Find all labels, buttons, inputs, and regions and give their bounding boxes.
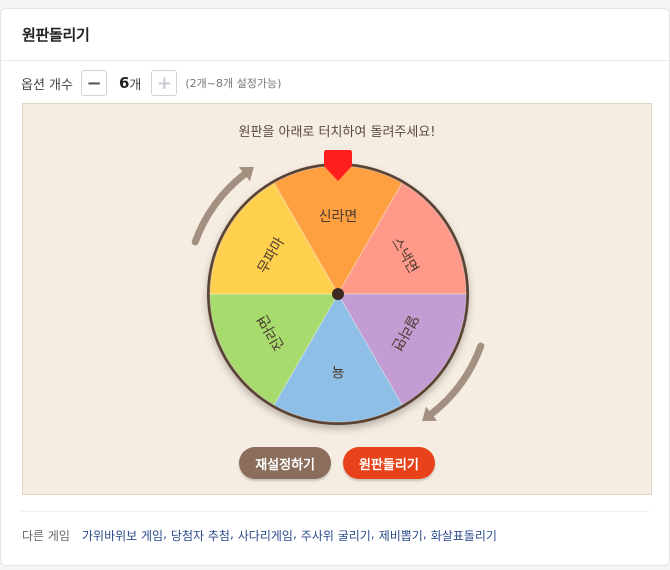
footer-divider [21,511,649,512]
card-header: 원판돌리기 [1,9,669,61]
option-count-label: 옵션 개수 [21,77,73,93]
page-title: 원판돌리기 [22,26,90,44]
roulette-wheel[interactable]: 신라면스낵면열라면육진라면무파마 [23,104,653,496]
action-buttons: 재설정하기 원판돌리기 [23,447,651,479]
option-range-note: (2개~8개 설정가능) [185,77,282,90]
option-count-row: 옵션 개수 − 6 개 + (2개~8개 설정가능) [21,70,281,96]
wheel-hub [332,288,344,300]
option-count-unit: 개 [129,77,142,93]
game-link-lots[interactable]: 제비뽑기 [379,527,423,544]
other-games: 다른 게임 가위바위보 게임, 당첨자 추첨, 사다리게임, 주사위 굴리기, … [22,527,497,544]
game-link-dice[interactable]: 주사위 굴리기 [301,527,371,544]
other-games-label: 다른 게임 [22,529,70,543]
wheel-slice-label: 육 [331,363,344,379]
spin-button[interactable]: 원판돌리기 [343,447,435,479]
decrease-button[interactable]: − [80,70,107,96]
game-link-ladder[interactable]: 사다리게임 [238,527,293,544]
game-link-draw[interactable]: 당첨자 추첨 [171,527,230,544]
wheel-stage: 원판을 아래로 터치하여 돌려주세요! 신라면 스낵면 열라면 육 진라면 무파마 재설정… [22,103,652,495]
reset-button[interactable]: 재설정하기 [239,447,331,479]
wheel-slice-label: 신라면 [319,209,358,225]
game-link-arrow[interactable]: 화살표돌리기 [431,527,497,544]
game-link-rps[interactable]: 가위바위보 게임 [82,527,163,544]
option-count-value: 6 [118,74,130,92]
increase-button[interactable]: + [151,70,178,96]
